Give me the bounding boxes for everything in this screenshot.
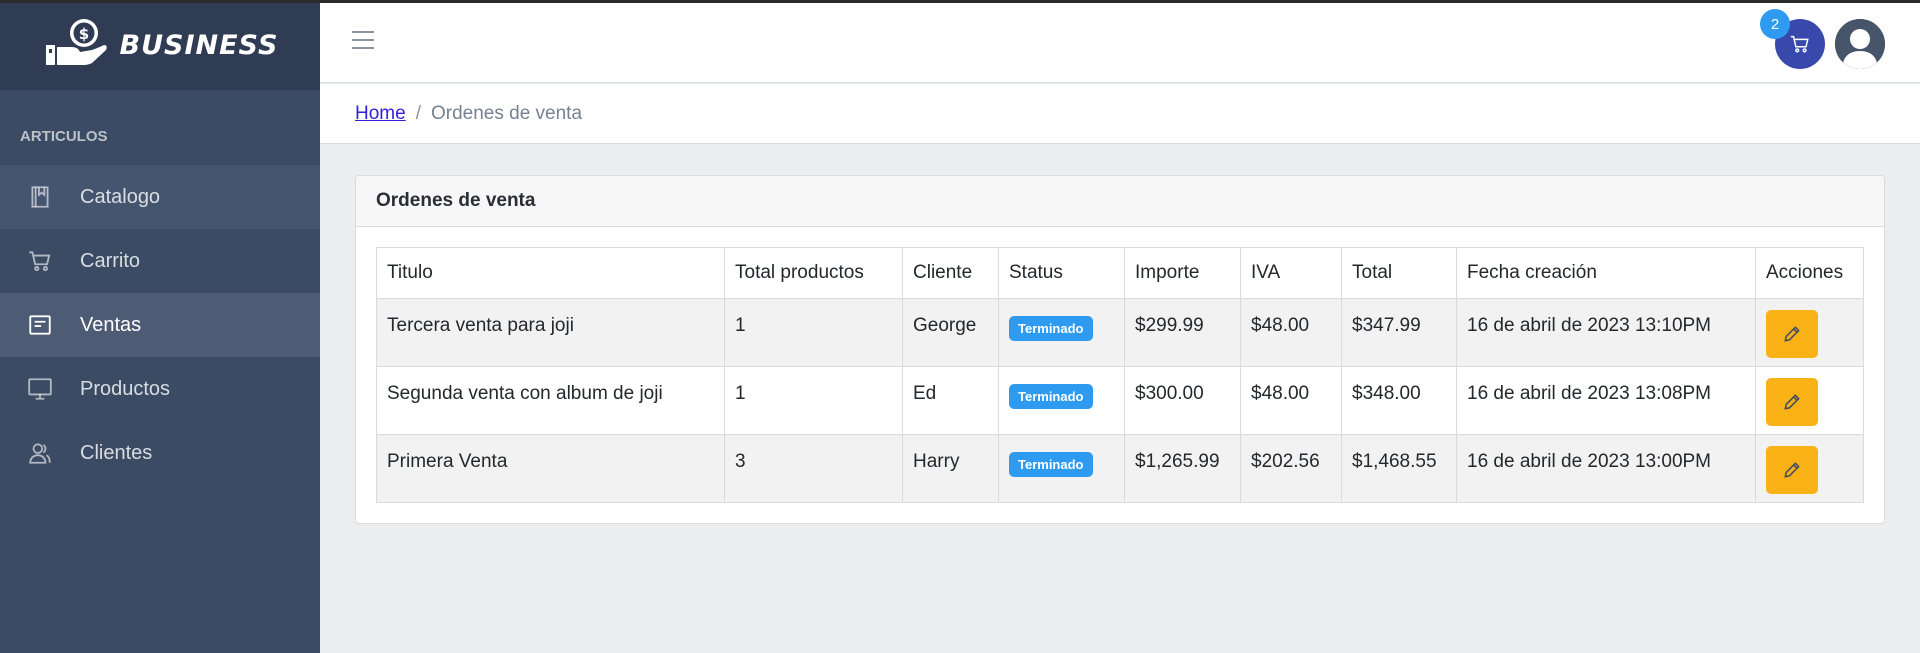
sidebar-item-label: Carrito [80,249,141,272]
brand-name: BUSINESS [119,29,279,61]
top-header: 2 [320,3,1920,83]
cell-importe: $1,265.99 [1124,434,1241,503]
table-header-row: Titulo Total productos Cliente Status Im… [376,247,1864,299]
column-header-total: Total [1341,247,1457,299]
pencil-icon [1784,394,1800,410]
sidebar-item-label: Catalogo [80,185,161,208]
user-avatar-icon [1835,19,1885,69]
sales-orders-table: Titulo Total productos Cliente Status Im… [376,247,1864,503]
cell-total: $1,468.55 [1341,434,1457,503]
svg-text:$: $ [78,25,88,43]
receipt-icon [26,311,54,339]
pencil-icon [1784,326,1800,342]
status-badge: Terminado [1009,452,1093,477]
table-row: Segunda venta con album de joji 1 Ed Ter… [376,366,1864,435]
breadcrumb-separator: / [415,102,421,124]
cell-total-productos: 3 [724,434,903,503]
cell-fecha: 16 de abril de 2023 13:10PM [1456,298,1756,367]
cell-titulo: Tercera venta para joji [376,298,725,367]
breadcrumb-home-link[interactable]: Home [355,103,406,125]
cell-iva: $48.00 [1240,298,1342,367]
cart-icon [1790,35,1809,53]
cell-total: $348.00 [1341,366,1457,435]
edit-button[interactable] [1766,378,1818,426]
cell-importe: $299.99 [1124,298,1241,367]
cart-icon [26,247,54,275]
cell-total: $347.99 [1341,298,1457,367]
column-header-titulo: Titulo [376,247,725,299]
cart-count-badge: 2 [1760,9,1790,39]
sidebar-toggle-menu-icon[interactable] [352,31,374,53]
column-header-status: Status [998,247,1125,299]
column-header-fecha: Fecha creación [1456,247,1756,299]
cell-cliente: Harry [902,434,999,503]
sidebar-item-label: Ventas [80,313,142,336]
cell-fecha: 16 de abril de 2023 13:00PM [1456,434,1756,503]
top-border [0,0,1920,3]
cell-total-productos: 1 [724,298,903,367]
sidebar-item-label: Clientes [80,441,153,464]
pencil-icon [1784,462,1800,478]
sidebar-item-carrito[interactable]: Carrito [0,229,320,293]
sales-orders-card: Ordenes de venta Titulo Total productos … [355,175,1885,524]
sidebar-item-label: Productos [80,377,171,400]
cell-acciones [1755,434,1864,503]
people-icon [26,439,54,467]
cell-acciones [1755,366,1864,435]
status-badge: Terminado [1009,384,1093,409]
cell-status: Terminado [998,298,1125,367]
sidebar-item-productos[interactable]: Productos [0,357,320,421]
cell-status: Terminado [998,366,1125,435]
sidebar-item-ventas[interactable]: Ventas [0,293,320,357]
cell-titulo: Segunda venta con album de joji [376,366,725,435]
brand-logo-icon: $ [42,15,112,76]
cell-acciones [1755,298,1864,367]
edit-button[interactable] [1766,446,1818,494]
cell-status: Terminado [998,434,1125,503]
table-row: Primera Venta 3 Harry Terminado $1,265.9… [376,434,1864,503]
cell-iva: $202.56 [1240,434,1342,503]
brand[interactable]: $ BUSINESS [0,0,320,90]
table-container: Titulo Total productos Cliente Status Im… [376,247,1864,503]
edit-button[interactable] [1766,310,1818,358]
status-badge: Terminado [1009,316,1093,341]
cell-cliente: George [902,298,999,367]
breadcrumb: Home / Ordenes de venta [320,84,1920,144]
user-avatar[interactable] [1835,19,1885,69]
cell-fecha: 16 de abril de 2023 13:08PM [1456,366,1756,435]
book-icon [26,183,54,211]
monitor-icon [26,375,54,403]
column-header-total-productos: Total productos [724,247,903,299]
sidebar-item-catalogo[interactable]: Catalogo [0,165,320,229]
cell-iva: $48.00 [1240,366,1342,435]
sidebar: $ BUSINESS ARTICULOS Catalogo Carrito Ve… [0,0,320,653]
card-title: Ordenes de venta [356,176,1884,227]
breadcrumb-current: Ordenes de venta [430,102,583,124]
cell-importe: $300.00 [1124,366,1241,435]
cell-titulo: Primera Venta [376,434,725,503]
table-row: Tercera venta para joji 1 George Termina… [376,298,1864,367]
column-header-cliente: Cliente [902,247,999,299]
cell-cliente: Ed [902,366,999,435]
column-header-importe: Importe [1124,247,1241,299]
column-header-acciones: Acciones [1755,247,1864,299]
column-header-iva: IVA [1240,247,1342,299]
cell-total-productos: 1 [724,366,903,435]
sidebar-item-clientes[interactable]: Clientes [0,421,320,485]
